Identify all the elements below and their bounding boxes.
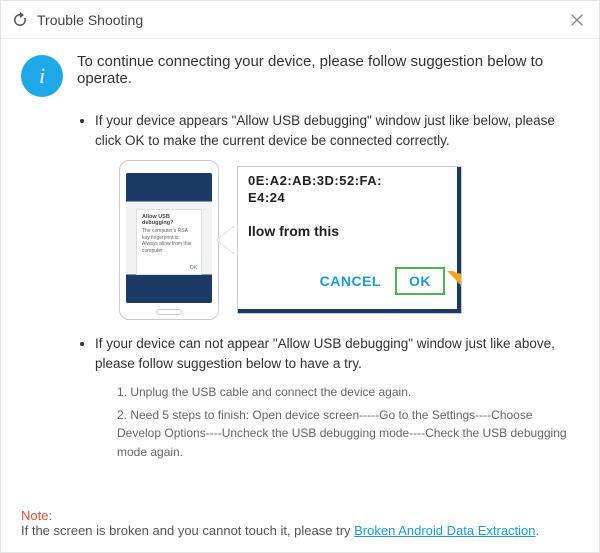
tip1-text: If your device appears "Allow USB debugg… (95, 111, 579, 150)
phone-dialog-always: Always allow from this computer (142, 241, 196, 254)
tip2-text: If your device can not appear "Allow USB… (95, 334, 579, 373)
dialog-title: Trouble Shooting (37, 12, 565, 28)
phone-home-button (156, 309, 182, 315)
callout-pointer-icon (217, 226, 235, 254)
note-block: Note: If the screen is broken and you ca… (1, 508, 599, 552)
troubleshooting-dialog: Trouble Shooting i To continue connectin… (0, 0, 600, 553)
zoom-panel: 0E:A2:AB:3D:52:FA: E4:24 llow from this … (237, 166, 462, 314)
tip-item-2: If your device can not appear "Allow USB… (95, 334, 579, 462)
tips-list: If your device appears "Allow USB debugg… (77, 111, 579, 476)
note-text-before: If the screen is broken and you cannot t… (21, 523, 354, 538)
phone-dialog-title: Allow USB debugging? (142, 214, 196, 226)
phone-dialog-ok: OK (190, 265, 197, 271)
note-text-after: . (536, 523, 540, 538)
broken-android-link[interactable]: Broken Android Data Extraction (354, 523, 535, 538)
zoom-ok-button: OK (395, 267, 445, 295)
zoom-cancel-button: CANCEL (320, 273, 381, 289)
phone-dialog-body: The computer's RSA key fingerprint is: (142, 228, 196, 241)
step-2: 2. Need 5 steps to finish: Open device s… (117, 406, 579, 462)
zoom-mac-line2: E4:24 (248, 190, 447, 205)
tip-item-1: If your device appears "Allow USB debugg… (95, 111, 579, 320)
titlebar: Trouble Shooting (1, 1, 599, 39)
zoom-mac-line1: 0E:A2:AB:3D:52:FA: (248, 173, 447, 188)
step-1: 1. Unplug the USB cable and connect the … (117, 383, 579, 402)
refresh-icon (11, 11, 29, 29)
phone-mockup: Allow USB debugging? The computer's RSA … (119, 160, 219, 320)
arrow-icon (447, 271, 462, 301)
info-icon: i (21, 55, 63, 97)
illustration: Allow USB debugging? The computer's RSA … (119, 160, 479, 320)
close-button[interactable] (565, 8, 589, 32)
dialog-content: i To continue connecting your device, pl… (1, 39, 599, 508)
note-label: Note: (21, 508, 52, 523)
lead-row: i To continue connecting your device, pl… (21, 53, 579, 97)
phone-inner-dialog: Allow USB debugging? The computer's RSA … (136, 209, 202, 275)
zoom-prompt: llow from this (248, 223, 447, 239)
steps: 1. Unplug the USB cable and connect the … (117, 383, 579, 461)
lead-text: To continue connecting your device, plea… (77, 53, 579, 87)
